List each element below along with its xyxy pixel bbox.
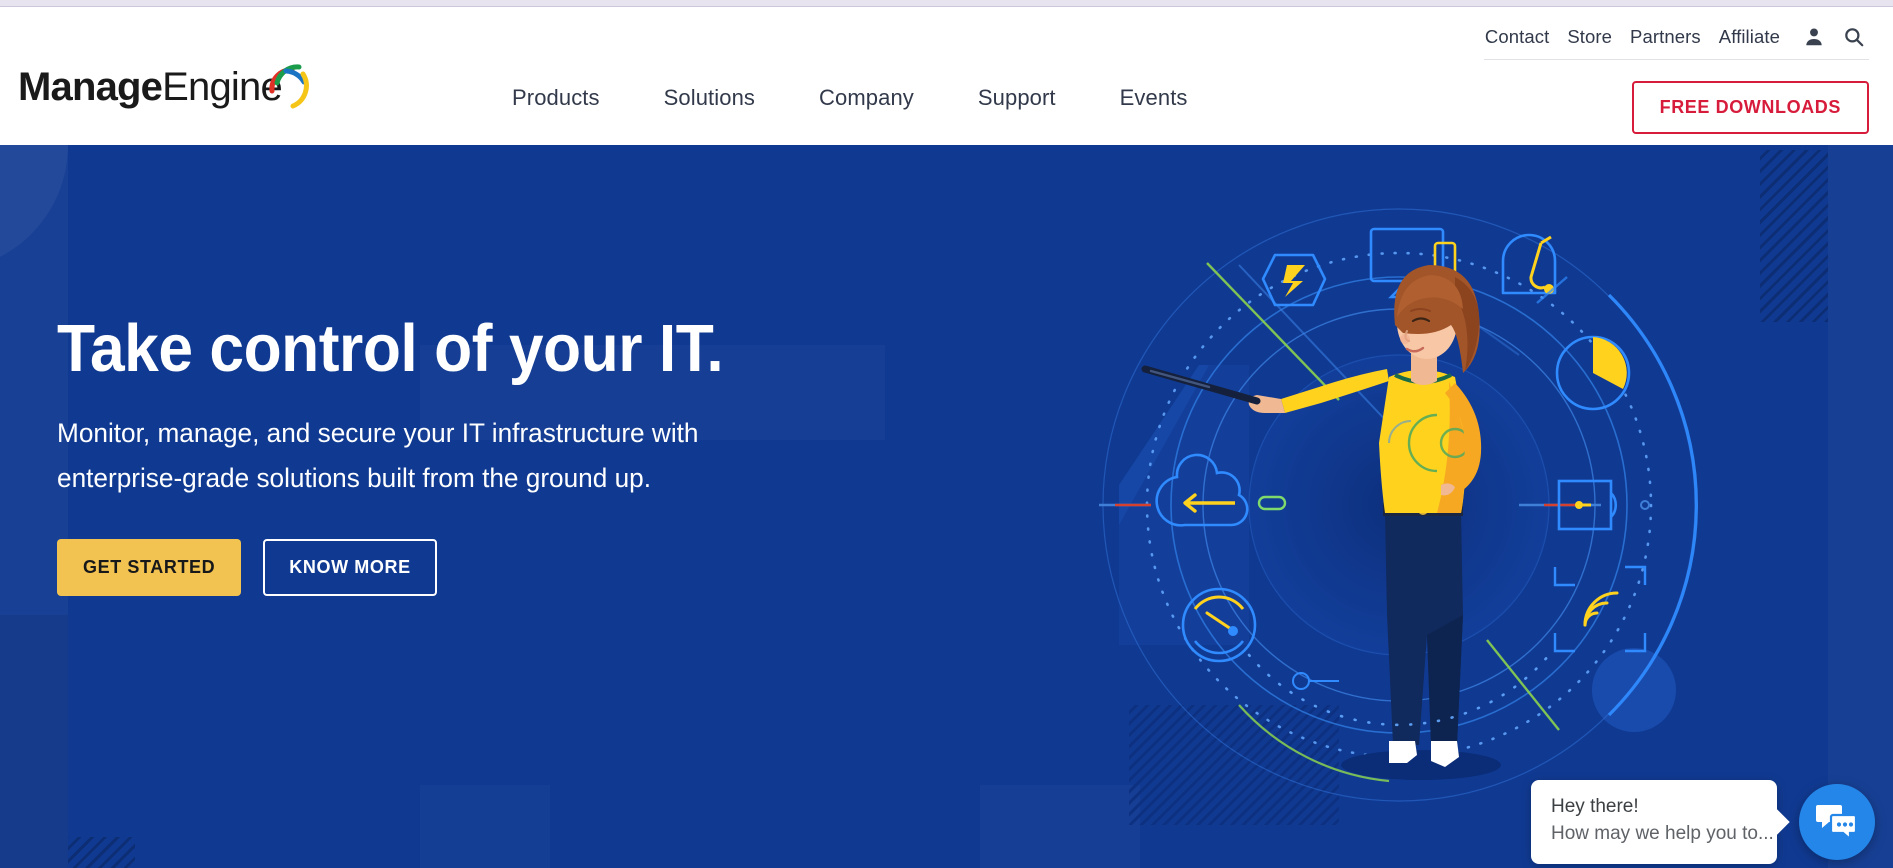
logo-word-engine: Engine: [162, 65, 283, 109]
utility-link-affiliate[interactable]: Affiliate: [1710, 26, 1789, 48]
nav-item-support[interactable]: Support: [946, 79, 1088, 117]
search-icon[interactable]: [1839, 24, 1869, 50]
deco-rect-lower-left: [420, 785, 550, 868]
hero-title: Take control of your IT.: [57, 311, 724, 386]
nav-item-solutions[interactable]: Solutions: [632, 79, 787, 117]
shield-lightning-icon: [1261, 253, 1327, 307]
chat-launcher-button[interactable]: [1799, 784, 1875, 860]
hero-copy-block: Take control of your IT. Monitor, manage…: [57, 313, 857, 596]
utility-link-partners[interactable]: Partners: [1621, 26, 1710, 48]
nav-item-company[interactable]: Company: [787, 79, 946, 117]
headset-support-icon: [1501, 233, 1568, 304]
logo-wordmark: ManageEngine: [18, 65, 283, 109]
utility-link-store[interactable]: Store: [1558, 26, 1621, 48]
nav-item-products[interactable]: Products: [480, 79, 632, 117]
logo-swoosh-icon: [266, 61, 310, 109]
primary-nav: Products Solutions Company Support Event…: [480, 79, 1220, 117]
hero-cta-group: GET STARTED KNOW MORE: [57, 539, 857, 596]
chat-tooltip[interactable]: Hey there! How may we help you to...: [1531, 780, 1777, 864]
utility-nav: Contact Store Partners Affiliate: [1476, 19, 1869, 55]
logo-word-manage: Manage: [18, 65, 163, 109]
deco-quarter-circle: [0, 145, 68, 271]
utility-link-contact[interactable]: Contact: [1476, 26, 1558, 48]
deco-right-band: [1828, 145, 1893, 868]
nav-item-events[interactable]: Events: [1088, 79, 1220, 117]
chat-message: How may we help you to...: [1551, 823, 1774, 844]
deco-hatch-top-right: [1760, 150, 1828, 322]
hero-subtitle-line2: enterprise-grade solutions built from th…: [57, 463, 651, 493]
deco-hatch-bottom-left: [68, 837, 135, 868]
pie-chart-icon: [1555, 335, 1631, 411]
chat-greeting: Hey there!: [1551, 796, 1639, 817]
chat-widget: Hey there! How may we help you to...: [1531, 780, 1875, 864]
hero-section: Take control of your IT. Monitor, manage…: [0, 145, 1893, 868]
browser-top-strip: [0, 0, 1893, 7]
hero-subtitle-line1: Monitor, manage, and secure your IT infr…: [57, 418, 699, 448]
manageengine-logo[interactable]: ManageEngine: [18, 55, 310, 109]
deco-left-band-dark: [0, 615, 68, 868]
utility-nav-divider: [1484, 59, 1869, 60]
chat-bubbles-icon: [1816, 802, 1858, 843]
know-more-button[interactable]: KNOW MORE: [263, 539, 437, 596]
site-header: Contact Store Partners Affiliate ManageE…: [0, 7, 1893, 145]
user-account-icon[interactable]: [1799, 24, 1829, 50]
get-started-button[interactable]: GET STARTED: [57, 539, 242, 596]
it-control-woman-illustration: [1089, 185, 1709, 825]
hero-subtitle: Monitor, manage, and secure your IT infr…: [57, 411, 823, 501]
wifi-signal-icon: [1553, 565, 1647, 653]
free-downloads-button[interactable]: FREE DOWNLOADS: [1631, 81, 1869, 134]
